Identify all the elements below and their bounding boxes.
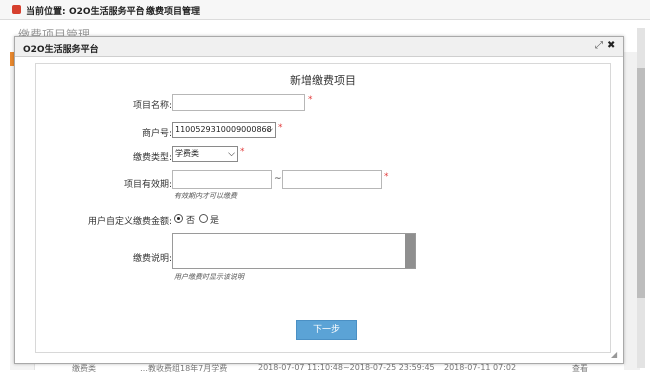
custom-amount-no-radio[interactable] bbox=[174, 214, 183, 223]
validity-start-input[interactable] bbox=[172, 170, 272, 189]
custom-amount-yes-radio[interactable] bbox=[199, 214, 208, 223]
home-icon bbox=[12, 5, 21, 14]
page-scrollbar[interactable] bbox=[637, 28, 645, 368]
breadcrumb-label: 当前位置: bbox=[26, 7, 66, 17]
fee-type-select[interactable]: 学费类 ⌵ bbox=[172, 146, 238, 162]
row-cell-period: 2018-07-07 11:10:48~2018-07-25 23:59:45 bbox=[258, 363, 435, 372]
radio-selected-dot bbox=[177, 217, 180, 220]
add-fee-project-dialog: O2O生活服务平台 ⤢ ✖ 新增缴费项目 项目名称: * 商户号: 110052… bbox=[14, 36, 624, 364]
textarea-scrollbar[interactable] bbox=[405, 234, 415, 268]
validity-label: 项目有效期: bbox=[123, 180, 172, 190]
description-textarea[interactable] bbox=[172, 233, 416, 269]
chevron-down-icon: ⌵ bbox=[266, 125, 273, 135]
validity-separator: ~ bbox=[274, 174, 282, 184]
merchant-no-value: 1100529310009000868 bbox=[175, 125, 272, 134]
fee-type-label: 缴费类型: bbox=[132, 153, 172, 163]
close-icon[interactable]: ✖ bbox=[607, 40, 617, 52]
form-title: 新增缴费项目 bbox=[290, 74, 356, 87]
project-name-input[interactable] bbox=[172, 94, 305, 111]
breadcrumb-platform-link[interactable]: O2O生活服务平台 bbox=[69, 4, 145, 17]
custom-amount-yes-label[interactable]: 是 bbox=[210, 213, 219, 226]
page-scrollbar-thumb[interactable] bbox=[637, 68, 645, 298]
description-label: 缴费说明: bbox=[132, 254, 172, 264]
merchant-no-label: 商户号: bbox=[141, 129, 172, 139]
row-cell-name: …教收费组18年7月学费 bbox=[140, 364, 228, 373]
project-name-required: * bbox=[308, 95, 313, 105]
form-panel: 新增缴费项目 项目名称: * 商户号: 1100529310009000868 … bbox=[35, 63, 611, 353]
next-step-button[interactable]: 下一步 bbox=[296, 320, 357, 340]
fee-type-value: 学费类 bbox=[175, 149, 199, 158]
validity-required: * bbox=[384, 172, 389, 182]
breadcrumb-current: 缴费项目管理 bbox=[146, 7, 201, 17]
merchant-no-select[interactable]: 1100529310009000868 ⌵ bbox=[172, 122, 276, 138]
dialog-title: O2O生活服务平台 bbox=[23, 45, 99, 55]
fee-type-required: * bbox=[240, 147, 245, 157]
description-hint: 用户缴费时显示该说明 bbox=[174, 273, 244, 281]
validity-end-input[interactable] bbox=[282, 170, 382, 189]
top-breadcrumb-bar: 当前位置: O2O生活服务平台 > 缴费项目管理 bbox=[0, 0, 650, 20]
chevron-down-icon: ⌵ bbox=[228, 149, 235, 159]
breadcrumb-separator: > bbox=[136, 4, 144, 14]
merchant-no-required: * bbox=[278, 123, 283, 133]
row-view-link[interactable]: 查看 bbox=[572, 363, 588, 374]
expand-icon[interactable]: ⤢ bbox=[595, 40, 605, 52]
row-cell-type: 缴费类 bbox=[72, 364, 96, 373]
resize-handle-icon[interactable]: ◢ bbox=[611, 351, 619, 359]
validity-hint: 有效期内才可以缴费 bbox=[174, 192, 237, 200]
custom-amount-no-label[interactable]: 否 bbox=[186, 213, 195, 226]
row-cell-created: 2018-07-11 07:02 bbox=[444, 363, 517, 372]
project-name-label: 项目名称: bbox=[132, 101, 172, 111]
dialog-header: O2O生活服务平台 ⤢ ✖ bbox=[15, 37, 623, 57]
custom-amount-label: 用户自定义缴费金额: bbox=[87, 217, 172, 227]
